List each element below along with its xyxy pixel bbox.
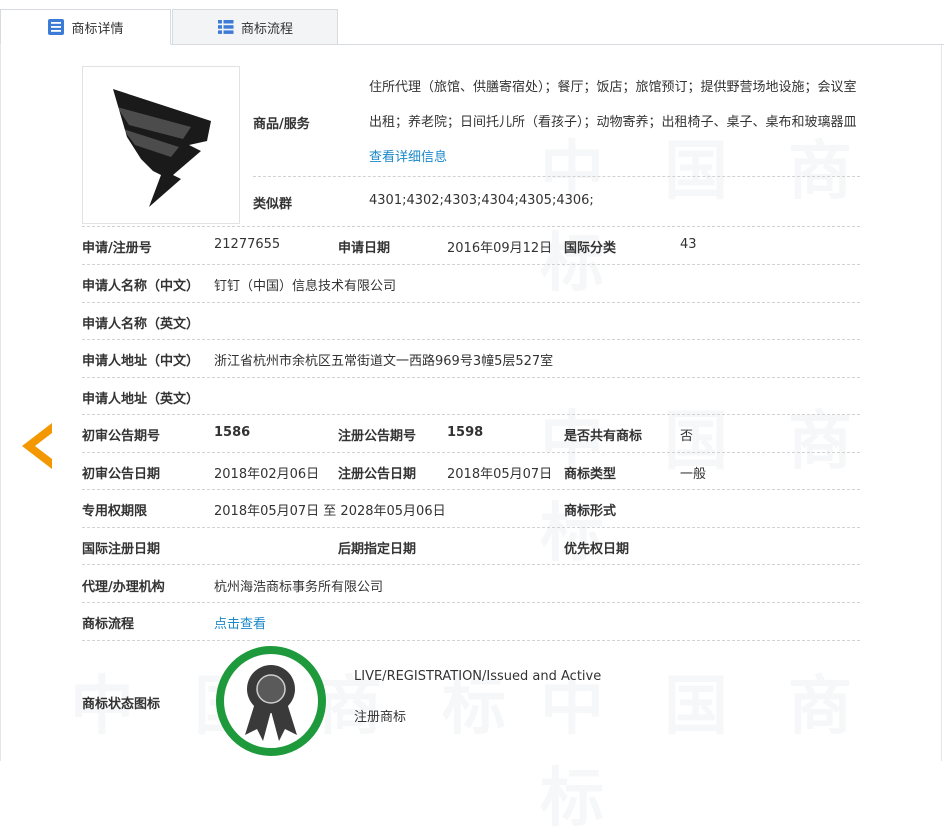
exclusive-period-value: 2018年05月07日 至 2028年05月06日 [214,504,446,519]
reg-pub-date-label: 注册公告日期 [338,467,417,482]
exclusive-period-label: 专用权期限 [82,504,148,519]
tab-label: 商标流程 [240,21,293,37]
view-flow-link[interactable]: 点击查看 [214,613,266,632]
goods-services-value: 住所代理（旅馆、供膳寄宿处）；餐厅；饭店；旅馆预订；提供野营场地设施；会议室出租… [369,70,864,175]
view-details-link[interactable]: 查看详细信息 [369,150,447,165]
later-designation-date-label: 后期指定日期 [338,542,417,557]
priority-date-label: 优先权日期 [564,542,630,557]
tab-trademark-detail[interactable]: 商标详情 [0,9,171,45]
row-divider [253,176,860,177]
row-divider [82,302,860,303]
address-en-label: 申请人地址（英文） [82,392,200,407]
trademark-image [82,66,240,224]
applicant-en-label: 申请人名称（英文） [82,317,200,332]
tab-label: 商标详情 [71,21,124,37]
trademark-flow-label: 商标流程 [82,617,135,632]
intl-class-value: 43 [680,237,697,252]
agent-value: 杭州海浩商标事务所有限公司 [214,580,384,595]
row-divider [82,339,860,340]
previous-arrow-icon[interactable] [18,421,54,471]
document-list-icon [48,19,65,35]
prelim-no-value: 1586 [214,425,251,440]
applicant-cn-label: 申请人名称（中文） [82,279,200,294]
row-divider [82,452,860,453]
address-cn-value: 浙江省杭州市余杭区五常街道文一西路969号3幢5层527室 [214,354,554,369]
row-divider [82,640,860,641]
row-divider [82,377,860,378]
reg-pub-no-label: 注册公告期号 [338,429,417,444]
grid-list-icon [217,20,234,34]
prelim-no-label: 初审公告期号 [82,429,161,444]
row-divider [82,226,860,227]
reg-pub-date-value: 2018年05月07日 [447,467,553,482]
agent-label: 代理/办理机构 [82,580,165,595]
tm-type-label: 商标类型 [564,467,617,482]
goods-services-label: 商品/服务 [253,117,310,132]
similar-group-label: 类似群 [253,197,293,212]
status-en-value: LIVE/REGISTRATION/Issued and Active [354,669,602,684]
intl-class-label: 国际分类 [564,241,617,256]
row-divider [82,489,860,490]
tm-type-value: 一般 [680,467,707,482]
row-divider [82,527,860,528]
prelim-date-label: 初审公告日期 [82,467,161,482]
goods-services-text: 住所代理（旅馆、供膳寄宿处）；餐厅；饭店；旅馆预订；提供野营场地设施；会议室出租… [369,80,857,130]
prelim-date-value: 2018年02月06日 [214,467,320,482]
address-cn-label: 申请人地址（中文） [82,354,200,369]
row-divider [82,602,860,603]
shared-value: 否 [680,429,694,444]
dingtalk-logo-icon [113,89,211,207]
status-icon-label: 商标状态图标 [82,697,161,712]
row-divider [82,564,860,565]
tab-trademark-flow[interactable]: 商标流程 [172,9,338,45]
reg-pub-no-value: 1598 [447,425,484,440]
row-divider [82,264,860,265]
intl-reg-date-label: 国际注册日期 [82,542,161,557]
registered-ribbon-badge-icon [216,646,326,756]
similar-group-value: 4301;4302;4303;4304;4305;4306; [369,193,594,208]
reg-no-label: 申请/注册号 [82,241,152,256]
apply-date-value: 2016年09月12日 [447,241,553,256]
status-cn-value: 注册商标 [354,710,407,725]
applicant-cn-value: 钉钉（中国）信息技术有限公司 [214,279,397,294]
tm-form-label: 商标形式 [564,504,617,519]
reg-no-value: 21277655 [214,237,281,252]
shared-label: 是否共有商标 [564,429,643,444]
row-divider [82,414,860,415]
apply-date-label: 申请日期 [338,241,391,256]
tab-bar: 商标详情 商标流程 [0,0,944,45]
